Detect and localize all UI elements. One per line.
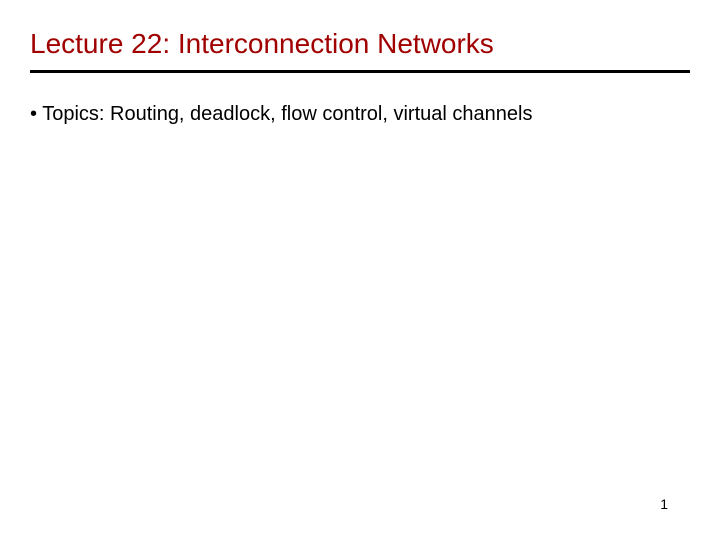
title-divider	[30, 70, 690, 73]
slide-title: Lecture 22: Interconnection Networks	[30, 28, 690, 60]
slide-container: Lecture 22: Interconnection Networks • T…	[0, 0, 720, 540]
page-number: 1	[660, 496, 668, 512]
topics-bullet: • Topics: Routing, deadlock, flow contro…	[30, 103, 690, 126]
